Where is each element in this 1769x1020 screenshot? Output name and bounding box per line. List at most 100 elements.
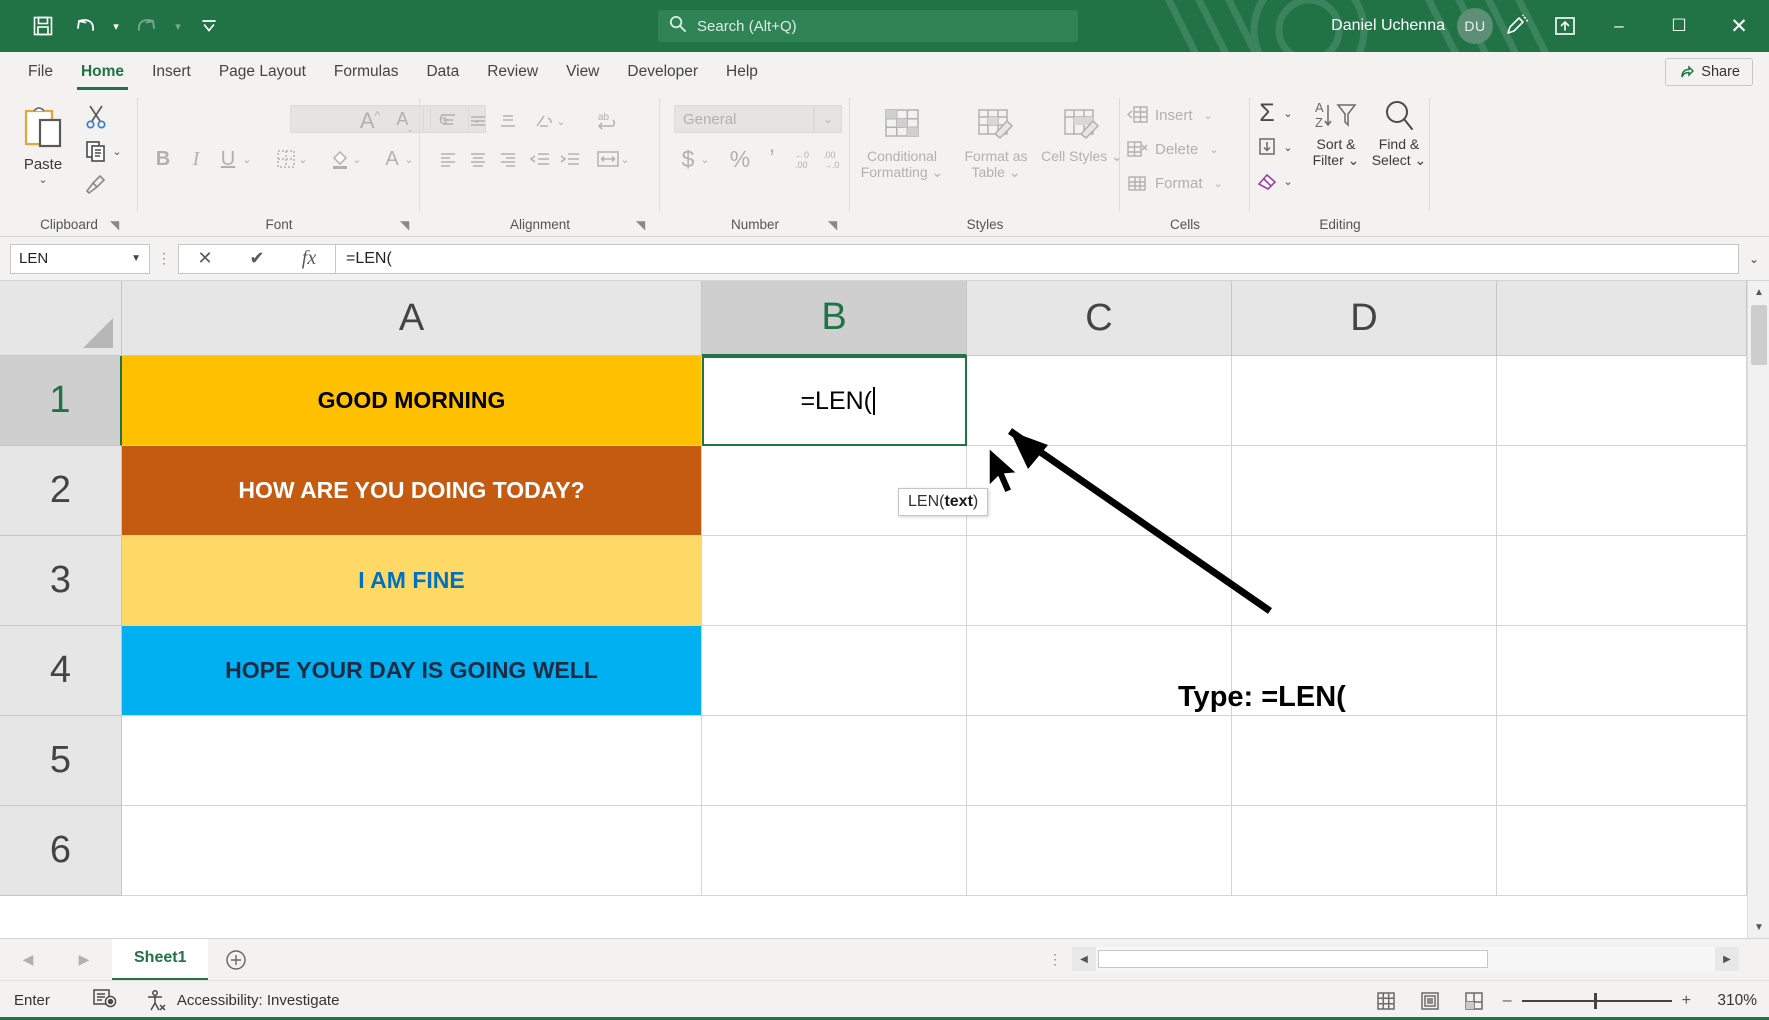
underline-dropdown-icon[interactable]: ⌄ [238,142,256,176]
cell-a2[interactable]: HOW ARE YOU DOING TODAY? [122,446,702,536]
redo-icon[interactable] [128,9,166,43]
font-color-dropdown-icon[interactable]: ⌄ [400,142,418,176]
horizontal-scroll-thumb[interactable] [1098,950,1488,968]
merge-center-dropdown-icon[interactable]: ⌄ [616,142,634,176]
cell-styles-button[interactable]: Cell Styles ⌄ [1036,102,1128,164]
number-format-dropdown-icon[interactable]: ⌄ [814,105,842,133]
name-box[interactable]: LEN ▼ [10,244,150,274]
clear-icon[interactable] [1250,164,1284,198]
cell-e3[interactable] [1497,536,1747,626]
column-header-b[interactable]: B [702,281,967,356]
fill-color-dropdown-icon[interactable]: ⌄ [348,142,366,176]
zoom-out-button[interactable]: – [1503,992,1512,1010]
row-header-6[interactable]: 6 [0,806,122,896]
tab-home[interactable]: Home [67,54,138,90]
maximize-button[interactable]: ☐ [1649,0,1709,52]
tab-formulas[interactable]: Formulas [320,54,413,90]
zoom-level[interactable]: 310% [1705,992,1757,1010]
cell-e5[interactable] [1497,716,1747,806]
search-box[interactable]: Search (Alt+Q) [658,10,1078,42]
cut-icon[interactable] [76,100,116,134]
tab-insert[interactable]: Insert [138,54,205,90]
orientation-dropdown-icon[interactable]: ⌄ [552,104,570,138]
scroll-left-icon[interactable]: ◀ [1072,947,1096,971]
row-header-2[interactable]: 2 [0,446,122,536]
paste-button[interactable]: Paste ⌄ [12,102,74,186]
undo-dropdown-icon[interactable]: ▾ [108,20,124,33]
redo-dropdown-icon[interactable]: ▾ [170,20,186,33]
customize-qat-icon[interactable] [190,9,228,43]
share-button[interactable]: Share [1665,58,1753,86]
save-icon[interactable] [24,9,62,43]
paste-dropdown-icon[interactable]: ⌄ [12,173,74,186]
tab-file[interactable]: File [14,54,67,90]
cell-e6[interactable] [1497,806,1747,896]
number-format-input[interactable]: General [674,105,814,133]
tab-data[interactable]: Data [412,54,473,90]
align-bottom-icon[interactable] [488,104,528,138]
avatar[interactable]: DU [1457,8,1493,44]
next-sheet-icon[interactable]: ▶ [79,951,90,968]
column-header-a[interactable]: A [122,281,702,356]
page-break-view-icon[interactable] [1459,988,1489,1014]
cell-a6[interactable] [122,806,702,896]
cell-c3[interactable] [967,536,1232,626]
tab-developer[interactable]: Developer [613,54,712,90]
vertical-scrollbar[interactable]: ▲ ▼ [1747,281,1769,938]
wrap-text-icon[interactable]: ab [590,104,630,138]
autosum-dropdown-icon[interactable]: ⌄ [1280,96,1296,130]
delete-cells-button[interactable]: Delete ⌄ [1126,134,1219,164]
tab-page-layout[interactable]: Page Layout [205,54,320,90]
alignment-dialog-launcher[interactable]: ◥ [636,218,645,232]
cell-e4[interactable] [1497,626,1747,716]
zoom-knob[interactable] [1594,993,1597,1009]
cancel-formula-button[interactable]: ✕ [179,245,231,273]
cell-a1[interactable]: GOOD MORNING [122,356,702,446]
column-header-c[interactable]: C [967,281,1232,356]
cell-e1[interactable] [1497,356,1747,446]
close-button[interactable]: ✕ [1709,0,1769,52]
expand-formula-bar-icon[interactable]: ⌄ [1739,244,1769,274]
autosum-icon[interactable]: Σ [1250,96,1284,130]
increase-indent-icon[interactable] [550,142,590,176]
font-dialog-launcher[interactable]: ◥ [400,218,409,232]
column-header-e[interactable] [1497,281,1747,356]
previous-sheet-icon[interactable]: ◀ [23,951,34,968]
cell-d3[interactable] [1232,536,1497,626]
cell-e2[interactable] [1497,446,1747,536]
scroll-down-icon[interactable]: ▼ [1748,916,1769,938]
cell-b3[interactable] [702,536,967,626]
format-cells-button[interactable]: Format ⌄ [1126,168,1223,198]
insert-function-icon[interactable]: fx [283,245,335,273]
add-sheet-button[interactable] [208,949,264,971]
name-box-dropdown-icon[interactable]: ▼ [131,253,141,264]
clipboard-dialog-launcher[interactable]: ◥ [110,218,119,232]
zoom-slider[interactable]: – + [1503,992,1691,1010]
scroll-right-icon[interactable]: ▶ [1715,947,1739,971]
cell-b5[interactable] [702,716,967,806]
horizontal-scroll-track[interactable] [1096,947,1715,971]
cell-c5[interactable] [967,716,1232,806]
accessibility-status[interactable]: Accessibility: Investigate [144,989,340,1013]
cell-d1[interactable] [1232,356,1497,446]
shrink-font-icon[interactable]: Aˬ [384,104,424,138]
cell-b4[interactable] [702,626,967,716]
decrease-decimal-icon[interactable]: .00 →.0 [812,142,852,176]
cell-d2[interactable] [1232,446,1497,536]
tab-view[interactable]: View [552,54,613,90]
number-dialog-launcher[interactable]: ◥ [828,218,837,232]
select-all-corner[interactable] [0,281,122,356]
row-header-3[interactable]: 3 [0,536,122,626]
cell-b6[interactable] [702,806,967,896]
ribbon-display-options-icon[interactable] [1541,6,1589,46]
find-select-button[interactable]: Find & Select ⌄ [1368,96,1430,168]
fill-dropdown-icon[interactable]: ⌄ [1280,130,1296,164]
currency-dropdown-icon[interactable]: ⌄ [696,142,714,176]
sort-filter-button[interactable]: A Z Sort & Filter ⌄ [1302,96,1370,168]
insert-cells-button[interactable]: Insert ⌄ [1126,100,1213,130]
horizontal-scrollbar[interactable]: ◀ ▶ [1072,947,1739,971]
cell-c1[interactable] [967,356,1232,446]
zoom-in-button[interactable]: + [1682,992,1691,1010]
zoom-track[interactable] [1522,1000,1672,1002]
cell-a5[interactable] [122,716,702,806]
